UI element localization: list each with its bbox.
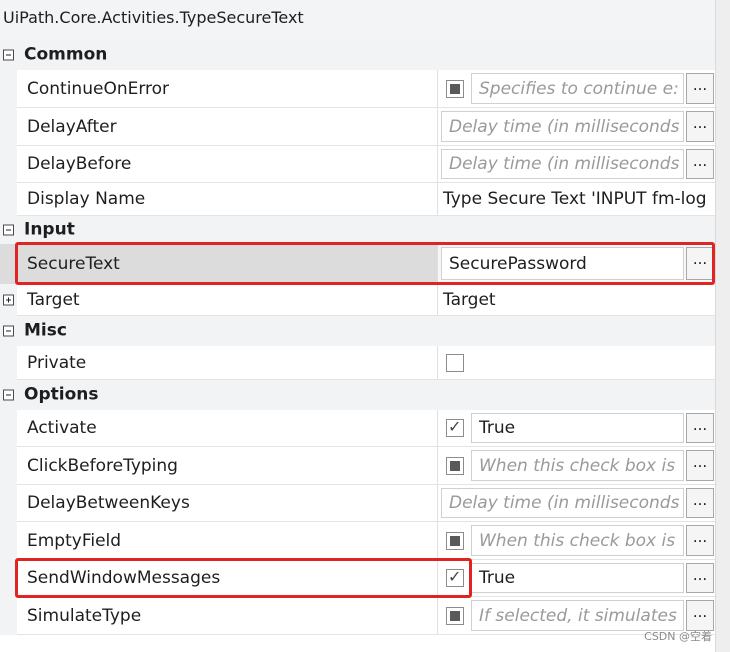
category-label: Misc <box>24 320 67 341</box>
property-row-activate[interactable]: Activate True ... <box>0 410 715 447</box>
secure-text-input[interactable]: SecurePassword <box>441 247 684 280</box>
simulate-type-input[interactable]: If selected, it simulates <box>471 600 684 631</box>
delay-after-input[interactable]: Delay time (in milliseconds <box>441 111 684 142</box>
property-row-simulate-type[interactable]: SimulateType If selected, it simulates .… <box>0 597 715 635</box>
collapse-icon[interactable] <box>3 389 14 401</box>
property-name: DelayAfter <box>17 108 437 146</box>
property-value[interactable] <box>437 346 715 380</box>
activate-input[interactable]: True <box>471 413 684 443</box>
property-row-empty-field[interactable]: EmptyField When this check box is ... <box>0 522 715 560</box>
property-grid: UiPath.Core.Activities.TypeSecureText Co… <box>0 0 730 652</box>
property-value[interactable]: Specifies to continue e: ... <box>437 70 715 108</box>
property-row-delay-before[interactable]: DelayBefore Delay time (in milliseconds … <box>0 146 715 183</box>
property-value[interactable]: SecurePassword ... <box>437 244 715 284</box>
category-label: Options <box>24 384 99 405</box>
ellipsis-button[interactable]: ... <box>686 149 714 179</box>
property-value[interactable]: True ... <box>437 410 715 447</box>
activity-title: UiPath.Core.Activities.TypeSecureText <box>0 0 715 40</box>
send-window-messages-input[interactable]: True <box>471 563 684 593</box>
ellipsis-button[interactable]: ... <box>686 111 714 142</box>
property-value[interactable]: Delay time (in milliseconds ... <box>437 108 715 146</box>
delay-before-input[interactable]: Delay time (in milliseconds <box>441 149 684 179</box>
display-name-input[interactable]: Type Secure Text 'INPUT fm-log <box>437 183 715 216</box>
property-name: Target <box>17 284 437 316</box>
property-value[interactable]: Delay time (in milliseconds ... <box>437 146 715 183</box>
checkbox-checked-icon[interactable] <box>446 567 464 587</box>
property-row-delay-between-keys[interactable]: DelayBetweenKeys Delay time (in millisec… <box>0 485 715 522</box>
collapse-icon[interactable] <box>3 325 14 337</box>
property-name: DelayBefore <box>17 146 437 183</box>
property-value[interactable]: True ... <box>437 560 715 597</box>
ellipsis-button[interactable]: ... <box>686 525 714 556</box>
ellipsis-button[interactable]: ... <box>686 600 714 631</box>
checkbox-indeterminate-icon[interactable] <box>446 456 464 475</box>
property-row-display-name[interactable]: Display Name Type Secure Text 'INPUT fm-… <box>0 183 715 216</box>
category-label: Input <box>24 219 75 240</box>
property-name: EmptyField <box>17 522 437 560</box>
property-row-delay-after[interactable]: DelayAfter Delay time (in milliseconds .… <box>0 108 715 146</box>
ellipsis-button[interactable]: ... <box>686 563 714 593</box>
collapse-icon[interactable] <box>3 49 14 61</box>
category-misc[interactable]: Misc <box>0 316 715 346</box>
click-before-typing-input[interactable]: When this check box is <box>471 450 684 481</box>
ellipsis-button[interactable]: ... <box>686 450 714 481</box>
collapse-icon[interactable] <box>3 224 14 236</box>
property-name: ClickBeforeTyping <box>17 447 437 485</box>
ellipsis-button[interactable]: ... <box>686 247 714 280</box>
vertical-scrollbar[interactable] <box>715 0 730 652</box>
category-options[interactable]: Options <box>0 380 715 410</box>
watermark: CSDN @空着 <box>644 630 712 643</box>
delay-between-keys-input[interactable]: Delay time (in milliseconds <box>441 488 684 518</box>
property-name: SecureText <box>17 244 437 284</box>
property-value[interactable]: When this check box is ... <box>437 522 715 560</box>
property-name: DelayBetweenKeys <box>17 485 437 522</box>
property-name: ContinueOnError <box>17 70 437 108</box>
property-name: Activate <box>17 410 437 447</box>
checkbox-indeterminate-icon[interactable] <box>446 79 464 98</box>
property-row-target[interactable]: Target Target <box>0 284 715 316</box>
empty-field-input[interactable]: When this check box is <box>471 525 684 556</box>
property-row-continue-on-error[interactable]: ContinueOnError Specifies to continue e:… <box>0 70 715 108</box>
target-value[interactable]: Target <box>437 284 715 316</box>
private-checkbox[interactable] <box>446 353 464 372</box>
category-common[interactable]: Common <box>0 40 715 70</box>
expand-icon[interactable] <box>3 294 14 306</box>
property-name: SendWindowMessages <box>17 560 437 597</box>
property-row-click-before-typing[interactable]: ClickBeforeTyping When this check box is… <box>0 447 715 485</box>
checkbox-indeterminate-icon[interactable] <box>446 531 464 550</box>
property-row-secure-text[interactable]: SecureText SecurePassword ... <box>0 244 715 284</box>
checkbox-checked-icon[interactable] <box>446 417 464 437</box>
checkbox-indeterminate-icon[interactable] <box>446 606 464 625</box>
ellipsis-button[interactable]: ... <box>686 413 714 443</box>
property-value[interactable]: Delay time (in milliseconds ... <box>437 485 715 522</box>
category-label: Common <box>24 44 108 65</box>
continue-on-error-input[interactable]: Specifies to continue e: <box>471 73 684 104</box>
property-row-send-window-messages[interactable]: SendWindowMessages True ... <box>0 560 715 597</box>
property-row-private[interactable]: Private <box>0 346 715 380</box>
ellipsis-button[interactable]: ... <box>686 73 714 104</box>
property-value[interactable]: When this check box is ... <box>437 447 715 485</box>
category-input[interactable]: Input <box>0 216 715 244</box>
property-name: Private <box>17 346 437 380</box>
ellipsis-button[interactable]: ... <box>686 488 714 518</box>
property-name: SimulateType <box>17 597 437 635</box>
property-name: Display Name <box>17 183 437 216</box>
